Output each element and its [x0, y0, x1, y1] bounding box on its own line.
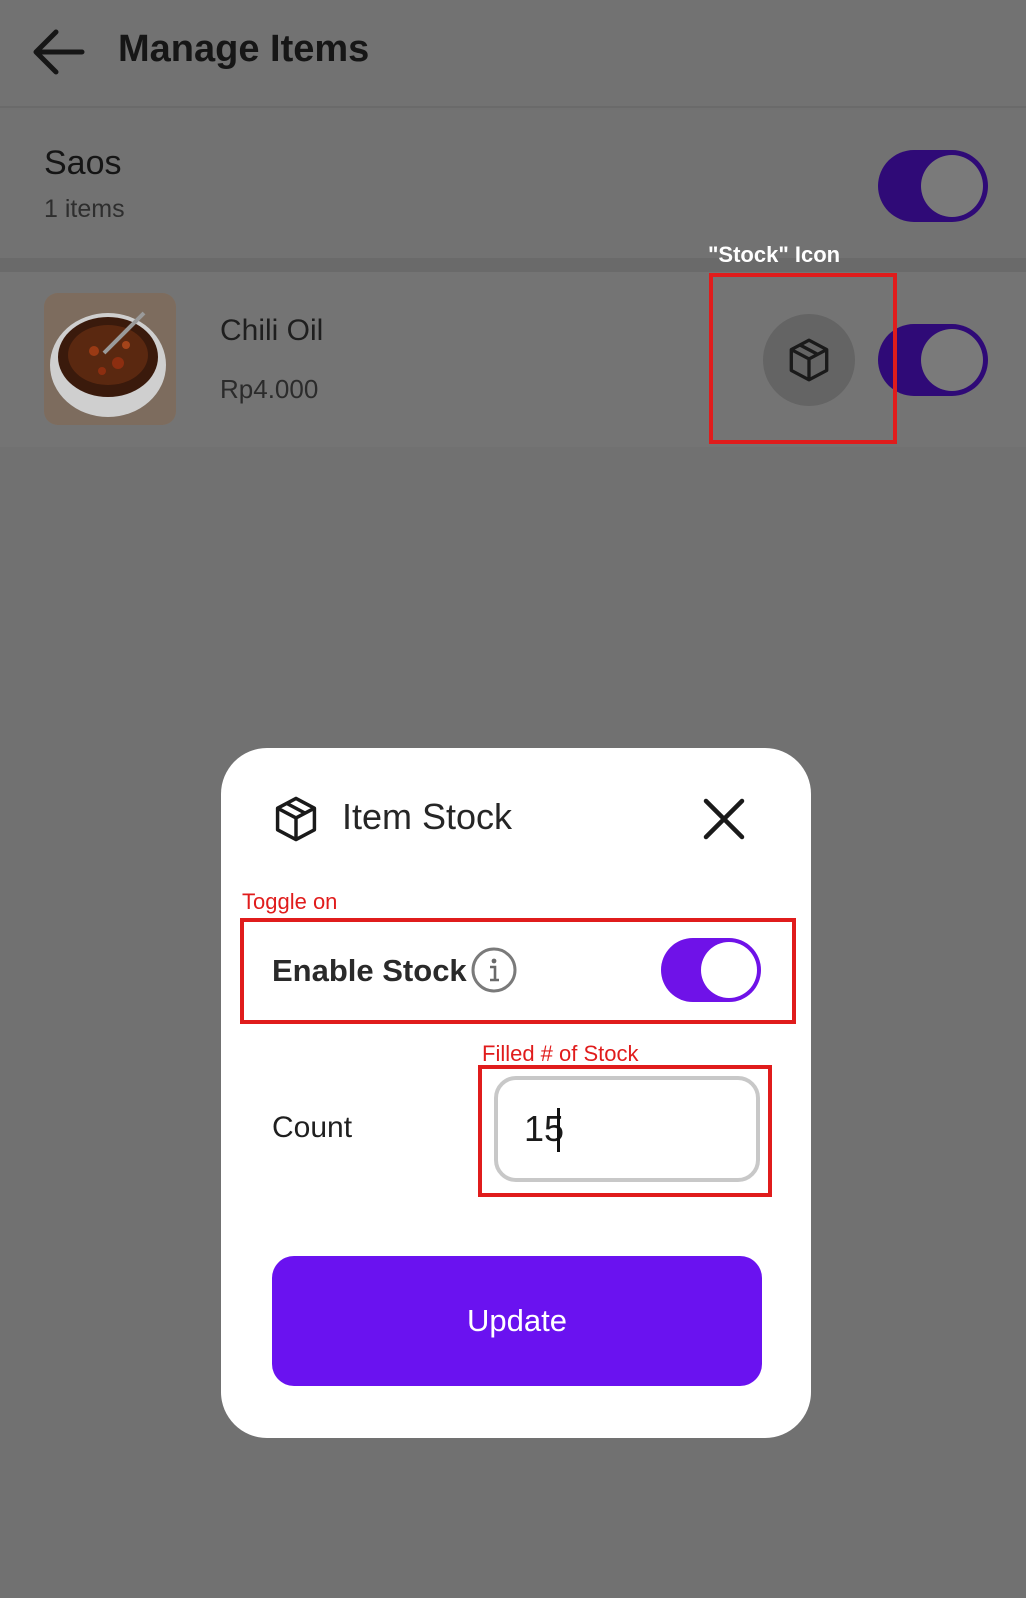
annotation-stock-icon-label: "Stock" Icon: [708, 242, 841, 267]
category-count: 1 items: [44, 195, 125, 223]
divider: [0, 258, 1026, 272]
count-input[interactable]: [494, 1076, 760, 1182]
enable-stock-label: Enable Stock: [272, 953, 467, 988]
page-title: Manage Items: [118, 28, 370, 70]
annotation-stock-icon-box: [709, 273, 897, 444]
toggle-knob: [921, 329, 983, 391]
category-name: Saos: [44, 144, 122, 182]
text-caret: [557, 1108, 560, 1152]
dialog-box-icon: [270, 793, 322, 850]
item-name: Chili Oil: [220, 314, 324, 347]
category-row: [0, 110, 1026, 258]
item-thumbnail: [44, 293, 176, 425]
category-toggle[interactable]: [878, 150, 988, 222]
update-button[interactable]: Update: [272, 1256, 762, 1386]
annotation-toggle-on-label: Toggle on: [242, 889, 338, 914]
toggle-knob: [921, 155, 983, 217]
toggle-knob: [701, 942, 757, 998]
info-icon[interactable]: [470, 946, 518, 994]
dialog-title: Item Stock: [342, 796, 513, 837]
count-label: Count: [272, 1111, 353, 1144]
close-icon[interactable]: [700, 795, 748, 843]
enable-stock-toggle[interactable]: [661, 938, 761, 1002]
item-price: Rp4.000: [220, 374, 319, 404]
back-arrow-icon[interactable]: [30, 26, 86, 78]
annotation-filled-stock-label: Filled # of Stock: [482, 1041, 639, 1066]
